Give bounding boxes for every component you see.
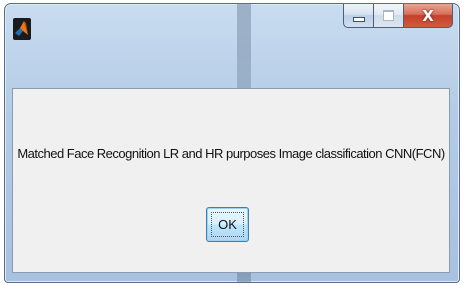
dialog-client-area: Matched Face Recognition LR and HR purpo…	[12, 88, 450, 273]
close-icon: X	[422, 6, 434, 25]
caption-buttons: X	[343, 4, 453, 30]
message-dialog-window: X Matched Face Recognition LR and HR pur…	[4, 3, 460, 283]
bottom-glass-stripe	[237, 273, 251, 282]
title-bar[interactable]: X	[5, 4, 459, 80]
ok-button[interactable]: OK	[206, 207, 249, 242]
close-button[interactable]: X	[404, 4, 453, 28]
dialog-message: Matched Face Recognition LR and HR purpo…	[17, 146, 445, 161]
minimize-button[interactable]	[343, 4, 374, 28]
minimize-icon	[352, 17, 365, 22]
focus-rectangle	[211, 212, 244, 237]
window-bottom-border[interactable]	[5, 273, 459, 282]
maximize-button[interactable]	[374, 4, 404, 28]
matlab-logo-icon[interactable]	[13, 18, 31, 40]
maximize-icon	[383, 10, 394, 21]
